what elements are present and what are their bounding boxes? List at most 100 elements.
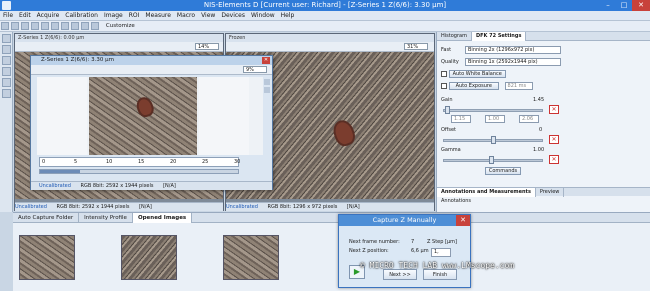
gamma-thumb[interactable] — [489, 156, 494, 164]
gamma-reset-icon[interactable]: ✕ — [549, 155, 559, 164]
float-tool-b-icon[interactable] — [264, 87, 270, 93]
menu-item-image[interactable]: Image — [101, 11, 126, 21]
window-title: NIS-Elements D [Current user: Richard] -… — [0, 0, 650, 11]
doc-left-tab[interactable]: Z-Series 1 Z(6/6): 0.00 μm — [15, 34, 223, 42]
zoom-left[interactable]: 14% — [195, 43, 219, 50]
fast-select[interactable]: Binning 2x (1296x972 pix) — [465, 46, 561, 54]
zoom-float[interactable]: 9% — [243, 66, 267, 73]
z-ruler[interactable]: 0 5 10 15 20 25 30 — [39, 157, 240, 167]
gain-mid[interactable]: 1.00 — [485, 115, 505, 123]
pointer-icon[interactable] — [2, 34, 11, 43]
offset-thumb[interactable] — [491, 136, 496, 144]
floating-z-window[interactable]: Z-Series 1 Z(6/6): 3.30 μm ✕ 9% 0 5 10 15 20… — [30, 55, 273, 190]
menu-item-help[interactable]: Help — [278, 11, 298, 21]
layout-icon[interactable] — [71, 22, 79, 30]
quality-select[interactable]: Binning 1x (2592x1944 pix) — [465, 58, 561, 66]
z-scroll-thumb[interactable] — [40, 170, 80, 173]
zstep-input[interactable]: 1, — [431, 248, 451, 257]
dialog-close-icon[interactable]: ✕ — [456, 215, 470, 226]
thumbnail-2[interactable] — [121, 235, 177, 280]
thumbnail-3[interactable] — [223, 235, 279, 280]
float-title[interactable]: Z-Series 1 Z(6/6): 3.30 μm — [31, 56, 272, 65]
menu-item-measure[interactable]: Measure — [142, 11, 174, 21]
thumbnail-1[interactable] — [19, 235, 75, 280]
draw-icon[interactable] — [2, 78, 11, 87]
zoom-in-icon[interactable] — [2, 56, 11, 65]
maximize-icon[interactable]: □ — [616, 0, 632, 11]
float-canvas — [37, 77, 263, 155]
doc-mid-tab[interactable]: Frozen — [226, 34, 434, 42]
gamma-slider[interactable]: ✕ — [441, 155, 646, 165]
menu-item-calibration[interactable]: Calibration — [62, 11, 101, 21]
menu-item-devices[interactable]: Devices — [218, 11, 248, 21]
menu-item-file[interactable]: File — [0, 11, 16, 21]
gain-slider[interactable]: ✕ — [441, 105, 646, 115]
float-tool-a-icon[interactable] — [264, 79, 270, 85]
float-micrograph[interactable] — [89, 77, 197, 155]
menu-item-acquire[interactable]: Acquire — [34, 11, 63, 21]
zoom-out-icon[interactable] — [2, 67, 11, 76]
menu-item-edit[interactable]: Edit — [16, 11, 34, 21]
open-icon[interactable] — [1, 22, 9, 30]
status-left-uncal[interactable]: Uncalibrated — [15, 204, 47, 210]
live-icon[interactable] — [31, 22, 39, 30]
offset-value: 0 — [539, 127, 543, 133]
z-scrollbar[interactable] — [39, 169, 239, 174]
menu-item-roi[interactable]: ROI — [126, 11, 143, 21]
float-close-icon[interactable]: ✕ — [262, 57, 270, 64]
commands-button[interactable]: Commands — [485, 167, 521, 175]
float-status-uncal[interactable]: Uncalibrated — [39, 183, 71, 189]
ruler-tick-label: 25 — [202, 159, 209, 165]
grid-icon[interactable] — [51, 22, 59, 30]
tab-preview[interactable]: Preview — [536, 188, 565, 197]
watermark: © MICRO TECH LAB www.LMscope.com — [360, 261, 515, 270]
save-icon[interactable] — [11, 22, 19, 30]
next-button[interactable]: Next >> — [383, 269, 417, 280]
exposure-field[interactable]: 821 ms — [504, 81, 533, 90]
awb-button[interactable]: Auto White Balance — [448, 69, 506, 78]
capture-icon[interactable] — [21, 22, 29, 30]
hand-icon[interactable] — [2, 45, 11, 54]
ruler-tick-label: 5 — [74, 159, 78, 165]
next-frame-label: Next frame number: — [349, 239, 400, 245]
tab-histogram[interactable]: Histogram — [437, 32, 472, 41]
next-pos-label: Next Z position: — [349, 248, 389, 254]
customize-button[interactable]: Customize — [106, 23, 135, 29]
auto-exposure-checkbox[interactable] — [441, 82, 447, 89]
annotations-tabs: Annotations and Measurements Preview — [437, 187, 650, 197]
finish-button[interactable]: Finish — [423, 269, 457, 280]
minimize-icon[interactable]: – — [600, 0, 616, 11]
tab-annotations[interactable]: Annotations and Measurements — [437, 188, 536, 197]
next-pos-value: 6,6 μm — [411, 248, 429, 254]
tool-icon[interactable] — [81, 22, 89, 30]
tab-dfk72[interactable]: DFK 72 Settings — [471, 32, 527, 41]
status-left-na: [N/A] — [139, 204, 152, 210]
offset-slider[interactable]: ✕ — [441, 135, 646, 145]
gain-thumb[interactable] — [445, 106, 450, 114]
doc-mid-toolbar: 31% — [226, 42, 434, 52]
offset-reset-icon[interactable]: ✕ — [549, 135, 559, 144]
tab-auto-capture[interactable]: Auto Capture Folder — [13, 213, 80, 223]
neuron-cell — [332, 119, 356, 147]
menu-item-window[interactable]: Window — [248, 11, 278, 21]
auto-exposure-button[interactable]: Auto Exposure — [448, 81, 499, 90]
left-toolbar — [0, 32, 13, 212]
tab-intensity-profile[interactable]: Intensity Profile — [79, 213, 133, 223]
float-status-info: RGB 8bit: 2592 x 1944 pixels — [80, 183, 154, 189]
zoom-icon[interactable] — [41, 22, 49, 30]
menu-item-macro[interactable]: Macro — [174, 11, 198, 21]
awb-checkbox[interactable] — [441, 70, 447, 77]
close-icon[interactable]: ✕ — [632, 0, 650, 11]
tab-opened-images[interactable]: Opened Images — [132, 213, 193, 223]
gain-reset-icon[interactable]: ✕ — [549, 105, 559, 114]
settings-icon[interactable] — [61, 22, 69, 30]
gain-value: 1.45 — [533, 97, 545, 103]
tool2-icon[interactable] — [91, 22, 99, 30]
text-icon[interactable] — [2, 89, 11, 98]
float-toolbar: 9% — [31, 65, 272, 75]
gain-max[interactable]: 2.06 — [519, 115, 539, 123]
gain-min[interactable]: 1.15 — [451, 115, 471, 123]
status-mid-uncal[interactable]: Uncalibrated — [226, 204, 258, 210]
zoom-mid[interactable]: 31% — [404, 43, 428, 50]
menu-item-view[interactable]: View — [198, 11, 218, 21]
